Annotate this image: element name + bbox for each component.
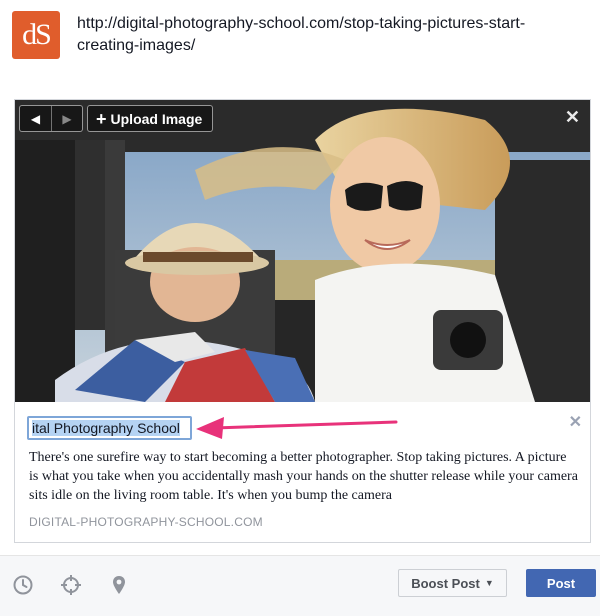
remove-preview-close-icon[interactable]: ✕ xyxy=(569,412,582,432)
upload-image-button[interactable]: + Upload Image xyxy=(87,105,214,132)
link-description[interactable]: There's one surefire way to start becomi… xyxy=(29,448,579,505)
link-attachment: ◀ ▶ + Upload Image ✕ ital Photography Sc… xyxy=(14,99,591,543)
link-title-selected-text: ital Photography School xyxy=(32,420,180,436)
boost-post-button[interactable]: Boost Post ▼ xyxy=(398,569,507,597)
location-pin-icon[interactable] xyxy=(108,574,130,596)
caret-down-icon: ▼ xyxy=(484,578,494,588)
site-favicon: dS xyxy=(12,11,60,59)
next-image-button[interactable]: ▶ xyxy=(51,106,82,131)
clock-icon[interactable] xyxy=(12,574,34,596)
previous-image-button[interactable]: ◀ xyxy=(20,106,51,131)
image-carousel-controls: ◀ ▶ xyxy=(19,105,83,132)
upload-image-label: Upload Image xyxy=(110,110,203,127)
post-button[interactable]: Post xyxy=(526,569,596,597)
boost-post-label: Boost Post xyxy=(411,575,480,591)
crosshair-icon[interactable] xyxy=(60,574,82,596)
preview-image: ◀ ▶ + Upload Image ✕ xyxy=(15,100,590,402)
shared-link-url[interactable]: http://digital-photography-school.com/st… xyxy=(77,13,587,57)
plus-icon: + xyxy=(96,108,107,129)
remove-image-close-icon[interactable]: ✕ xyxy=(565,108,580,126)
link-domain: DIGITAL-PHOTOGRAPHY-SCHOOL.COM xyxy=(29,515,263,529)
link-preview-info: ital Photography School ✕ There's one su… xyxy=(15,402,590,542)
link-title-input[interactable]: ital Photography School xyxy=(27,416,192,440)
preview-photo xyxy=(15,100,590,402)
composer-toolbar: Boost Post ▼ Post xyxy=(0,555,600,616)
